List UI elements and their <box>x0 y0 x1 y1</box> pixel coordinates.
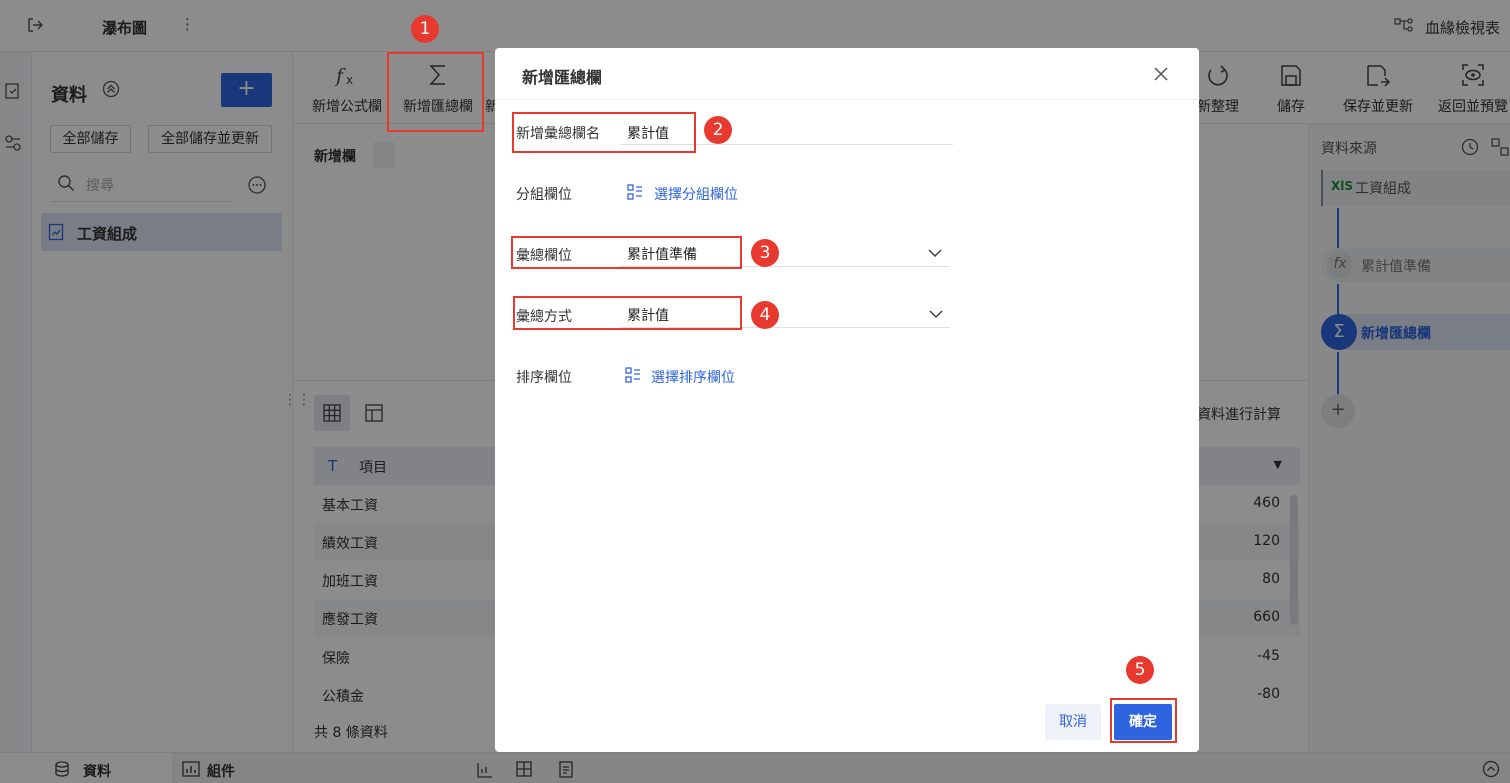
annotation-badge-4: 4 <box>751 301 779 329</box>
annotation-badge-1: 1 <box>411 15 439 43</box>
chevron-down-icon[interactable] <box>928 306 944 322</box>
annotation-box-4 <box>513 296 742 330</box>
annotation-badge-2: 2 <box>704 116 732 144</box>
close-icon[interactable] <box>1151 64 1171 84</box>
select-group-field-link[interactable]: 選擇分組欄位 <box>654 184 738 204</box>
annotation-box-5 <box>1110 698 1177 743</box>
cancel-button[interactable]: 取消 <box>1045 704 1101 740</box>
dialog-title: 新增匯總欄 <box>522 68 603 87</box>
annotation-badge-5: 5 <box>1126 656 1154 684</box>
group-select-icon <box>627 184 643 200</box>
group-field-label: 分組欄位 <box>516 187 572 203</box>
add-summary-dialog: 新增匯總欄 新增彙總欄名 累計值 2 分組欄位 選擇分組欄位 彙總欄位 累計值準… <box>495 48 1199 752</box>
sort-field-label: 排序欄位 <box>516 370 572 386</box>
select-sort-field-link[interactable]: 選擇排序欄位 <box>651 367 735 387</box>
annotation-badge-3: 3 <box>751 239 779 267</box>
dialog-header: 新增匯總欄 <box>495 48 1199 100</box>
annotation-box-3 <box>511 236 742 269</box>
chevron-down-icon[interactable] <box>927 245 943 261</box>
sort-select-icon <box>625 367 641 383</box>
annotation-box-1 <box>387 52 484 132</box>
annotation-box-2 <box>512 112 696 153</box>
